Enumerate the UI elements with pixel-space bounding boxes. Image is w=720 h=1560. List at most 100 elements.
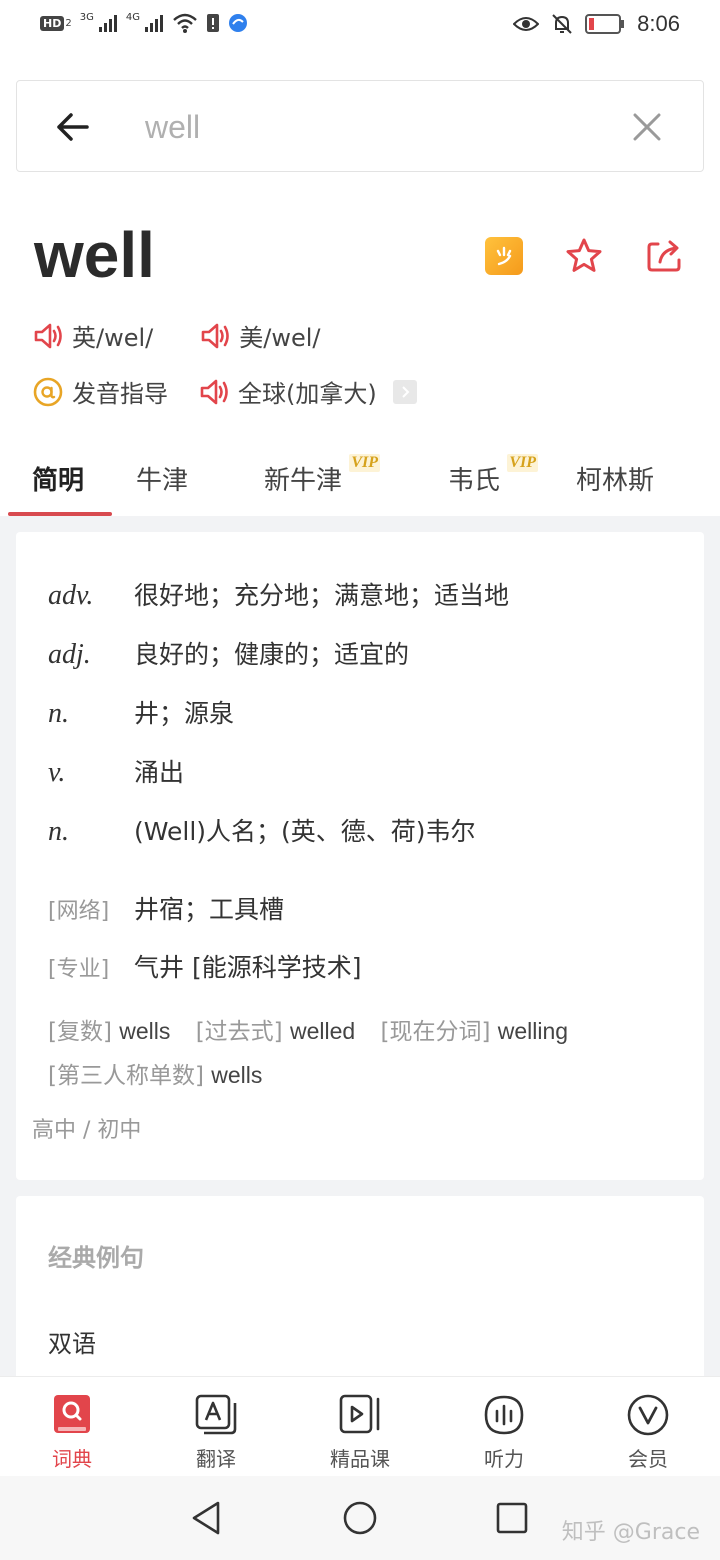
- definition-text: 涌出: [134, 758, 185, 787]
- nav-courses-label: 精品课: [330, 1447, 390, 1471]
- definition-row: v. 涌出: [48, 753, 184, 789]
- tab-collins-label: 柯林斯: [576, 466, 655, 496]
- vip-badge: VIP: [349, 454, 381, 472]
- bottom-nav: 词典 翻译 精品课 听力 会员: [0, 1376, 720, 1476]
- translate-icon: [195, 1394, 237, 1435]
- definition-text: 井宿；工具槽: [134, 895, 285, 924]
- word-form-label: [复数]: [48, 1019, 112, 1045]
- signal-icon: [144, 15, 163, 32]
- hd-badge: HD: [40, 15, 65, 31]
- dictionary-icon: [54, 1395, 90, 1433]
- network-3g-label: 3G: [79, 11, 94, 23]
- badge-button[interactable]: [484, 236, 524, 276]
- system-navigation-bar: 知乎 @Grace: [0, 1476, 720, 1560]
- nav-listening[interactable]: 听力: [454, 1393, 554, 1472]
- search-bar: [16, 80, 704, 172]
- pronunciation-global[interactable]: 全球(加拿大): [198, 374, 417, 409]
- battery-icon: [585, 14, 625, 34]
- examples-bilingual-label[interactable]: 双语: [48, 1324, 96, 1359]
- word-forms: [第三人称单数] wells: [48, 1056, 280, 1090]
- tab-webster-label: 韦氏: [448, 466, 501, 496]
- close-icon[interactable]: [629, 109, 665, 145]
- definition-row: n. (Well)人名；(英、德、荷)韦尔: [48, 812, 476, 848]
- pronunciation-global-label: 全球(加拿大): [238, 380, 377, 408]
- tab-concise-label: 简明: [32, 466, 85, 496]
- pronunciation-us-label: 美/wel/: [239, 324, 321, 352]
- part-of-speech: n.: [48, 816, 69, 847]
- definition-row: adv. 很好地；充分地；满意地；适当地: [48, 576, 509, 612]
- tab-new-oxford[interactable]: 新牛津 VIP: [264, 454, 381, 497]
- hd-badge-sub: 2: [65, 17, 72, 29]
- pronunciation-uk[interactable]: 英/wel/: [32, 318, 153, 353]
- recents-square-icon[interactable]: [492, 1498, 532, 1538]
- favorite-button[interactable]: [564, 236, 604, 276]
- examples-card: 经典例句 双语: [16, 1196, 704, 1396]
- word-form-value[interactable]: welled: [290, 1018, 355, 1044]
- status-left: HD 2 3G 4G: [40, 12, 248, 34]
- chevron-right-icon[interactable]: [392, 379, 417, 404]
- tab-collins[interactable]: 柯林斯: [576, 460, 654, 497]
- nav-dictionary[interactable]: 词典: [22, 1393, 122, 1472]
- definition-card: adv. 很好地；充分地；满意地；适当地 adj. 良好的；健康的；适宜的 n.…: [16, 532, 704, 1180]
- tab-concise[interactable]: 简明: [32, 460, 84, 497]
- pronunciation-row: 英/wel/ 美/wel/: [32, 318, 366, 353]
- nav-translate[interactable]: 翻译: [166, 1393, 266, 1472]
- nav-membership[interactable]: 会员: [598, 1393, 698, 1472]
- search-input[interactable]: [145, 103, 605, 151]
- back-triangle-icon[interactable]: [186, 1498, 226, 1538]
- headword: well: [34, 219, 155, 291]
- word-form-value[interactable]: welling: [498, 1018, 568, 1044]
- sim-alert-icon: [206, 14, 219, 32]
- share-button[interactable]: [644, 236, 684, 276]
- word-form-value[interactable]: wells: [119, 1018, 170, 1044]
- speaker-icon: [34, 323, 62, 348]
- home-circle-icon[interactable]: [340, 1498, 380, 1538]
- listening-icon: [484, 1395, 524, 1435]
- word-forms: [复数] wells [过去式] welled [现在分词] welling: [48, 1012, 586, 1046]
- speaker-icon: [200, 379, 228, 404]
- video-course-icon: [339, 1394, 380, 1434]
- headword-actions: [484, 236, 684, 276]
- speaker-icon: [201, 323, 230, 348]
- exam-level: 高中 / 初中: [32, 1118, 142, 1143]
- tab-new-oxford-label: 新牛津: [264, 466, 343, 496]
- part-of-speech: adj.: [48, 639, 91, 670]
- part-of-speech: adv.: [48, 580, 94, 611]
- vip-icon: [627, 1394, 669, 1436]
- definition-text: 良好的；健康的；适宜的: [134, 640, 410, 669]
- part-of-speech: v.: [48, 757, 66, 788]
- tab-oxford[interactable]: 牛津: [136, 460, 188, 497]
- nav-courses[interactable]: 精品课: [310, 1393, 410, 1472]
- word-form-label: [过去式]: [195, 1019, 283, 1045]
- pronunciation-guide[interactable]: 发音指导: [32, 374, 168, 409]
- definition-text: 井；源泉: [134, 699, 235, 728]
- status-bar: HD 2 3G 4G 8:06: [0, 0, 720, 52]
- nav-translate-label: 翻译: [196, 1447, 236, 1471]
- watermark: 知乎 @Grace: [561, 1520, 700, 1545]
- word-form-value[interactable]: wells: [211, 1062, 262, 1088]
- part-of-speech: n.: [48, 698, 69, 729]
- definition-row: adj. 良好的；健康的；适宜的: [48, 635, 409, 671]
- nav-dictionary-label: 词典: [52, 1447, 92, 1471]
- word-form-label: [现在分词]: [380, 1019, 491, 1045]
- app-badge-icon: [485, 237, 523, 275]
- pronunciation-us[interactable]: 美/wel/: [199, 318, 320, 353]
- network-4g-label: 4G: [125, 11, 140, 23]
- tab-webster[interactable]: 韦氏 VIP: [448, 454, 539, 497]
- dictionary-tabs: 简明 牛津 新牛津 VIP 韦氏 VIP 柯林斯: [0, 446, 720, 516]
- examples-title: 经典例句: [48, 1244, 144, 1272]
- status-right: 8:06: [513, 11, 680, 37]
- definition-text: 很好地；充分地；满意地；适当地: [134, 581, 510, 610]
- pronunciation-extra-row: 发音指导 全球(加拿大): [32, 374, 463, 409]
- wifi-icon: [173, 13, 197, 33]
- guide-icon: [33, 377, 63, 406]
- nav-listening-label: 听力: [484, 1447, 524, 1471]
- back-arrow-icon[interactable]: [53, 107, 93, 147]
- word-form-label: [第三人称单数]: [48, 1063, 204, 1089]
- pronunciation-guide-label: 发音指导: [72, 380, 168, 408]
- nav-membership-label: 会员: [628, 1447, 668, 1471]
- network-definition-row: [网络] 井宿；工具槽: [48, 890, 284, 926]
- definition-tag: [网络]: [48, 899, 110, 924]
- app-notification-icon: [228, 14, 247, 32]
- share-icon: [647, 240, 681, 272]
